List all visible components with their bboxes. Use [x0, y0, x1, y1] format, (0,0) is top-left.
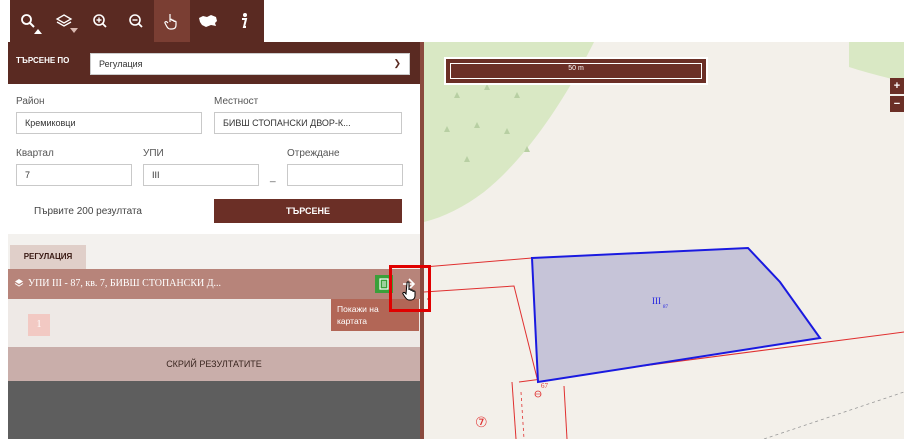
- mestnost-label: Местност: [214, 96, 259, 107]
- layers-icon: [55, 14, 73, 27]
- panel-footer-area: [8, 381, 420, 439]
- result-title: УПИ III - 87, кв. 7, БИВШ СТОПАНСКИ Д...: [28, 278, 222, 289]
- results-limit-note: Първите 200 резултата: [34, 206, 142, 217]
- dashed-line-2: [763, 391, 904, 439]
- zoom-in-tool-button[interactable]: [82, 0, 118, 42]
- boundary-line-2: [424, 285, 539, 383]
- info-icon: [242, 13, 248, 28]
- search-by-bar: ТЪРСЕНЕ ПО Регулация ❯: [8, 42, 420, 84]
- results-tabs: РЕГУЛАЦИЯ: [8, 245, 420, 269]
- pan-tool-button[interactable]: [154, 0, 190, 42]
- kvartal-field[interactable]: 7: [16, 164, 132, 186]
- otrejdane-field[interactable]: [287, 164, 403, 186]
- boundary-line-5: [563, 385, 568, 439]
- map-zoom-out-button[interactable]: −: [890, 96, 904, 112]
- search-button[interactable]: ТЪРСЕНЕ: [214, 199, 402, 223]
- hand-pointer-icon: [164, 14, 177, 30]
- otrejdane-label: Отреждане: [287, 148, 340, 159]
- search-panel: ТЪРСЕНЕ ПО Регулация ❯ Район Кремиковци …: [8, 42, 424, 439]
- dashed-line: [520, 391, 525, 439]
- hide-results-button[interactable]: СКРИЙ РЕЗУЛТАТИТЕ: [8, 347, 420, 381]
- top-bar: [0, 0, 904, 42]
- search-type-value: Регулация: [99, 59, 143, 69]
- search-type-select[interactable]: Регулация ❯: [90, 53, 410, 75]
- boundary-line-4: [511, 381, 517, 439]
- mestnost-field[interactable]: БИВШ СТОПАНСКИ ДВОР-К...: [214, 112, 402, 134]
- caret-down-icon: [70, 28, 78, 33]
- kvartal-label: Квартал: [16, 148, 54, 159]
- block-number: ⑦: [475, 415, 488, 431]
- magnifier-icon: [21, 14, 35, 28]
- search-by-label: ТЪРСЕНЕ ПО: [16, 56, 70, 65]
- bulgaria-tool-button[interactable]: [190, 0, 226, 42]
- map-zoom-in-button[interactable]: +: [890, 78, 904, 94]
- bulgaria-map-icon: [199, 15, 217, 27]
- scale-label: 50 m: [568, 65, 584, 72]
- tooltip-line-2: картата: [337, 316, 368, 326]
- tab-regulation[interactable]: РЕГУЛАЦИЯ: [10, 245, 86, 269]
- green-area-corner: [849, 42, 904, 82]
- search-tool-button[interactable]: [10, 0, 46, 42]
- rayon-label: Район: [16, 96, 45, 107]
- hand-cursor-icon: [402, 281, 416, 301]
- layers-small-icon: [14, 279, 24, 287]
- range-dash: _: [270, 172, 276, 183]
- result-row[interactable]: УПИ III - 87, кв. 7, БИВШ СТОПАНСКИ Д...: [8, 269, 420, 299]
- parcel-sublabel: 87: [663, 305, 669, 310]
- zoom-out-icon: [129, 14, 143, 28]
- upi-label: УПИ: [143, 148, 164, 159]
- zoom-in-icon: [93, 14, 107, 28]
- map-canvas[interactable]: III 87 67 ⑦ + −: [424, 42, 904, 439]
- boundary-line: [424, 257, 533, 268]
- layers-tool-button[interactable]: [46, 0, 82, 42]
- point-label: 67: [541, 382, 549, 390]
- zoom-out-tool-button[interactable]: [118, 0, 154, 42]
- upi-field[interactable]: III: [143, 164, 259, 186]
- map-toolbar: [10, 0, 264, 42]
- parcel-label: III: [652, 296, 661, 306]
- rayon-field[interactable]: Кремиковци: [16, 112, 202, 134]
- info-tool-button[interactable]: [226, 0, 262, 42]
- scale-bar: 50 m: [444, 57, 708, 85]
- map-drawing: III 87 67 ⑦: [424, 42, 904, 439]
- page-number-chip[interactable]: 1: [28, 314, 50, 336]
- caret-up-icon: [34, 29, 42, 34]
- search-form: Район Кремиковци Местност БИВШ СТОПАНСКИ…: [8, 84, 420, 234]
- chevron-down-icon: ❯: [393, 58, 401, 68]
